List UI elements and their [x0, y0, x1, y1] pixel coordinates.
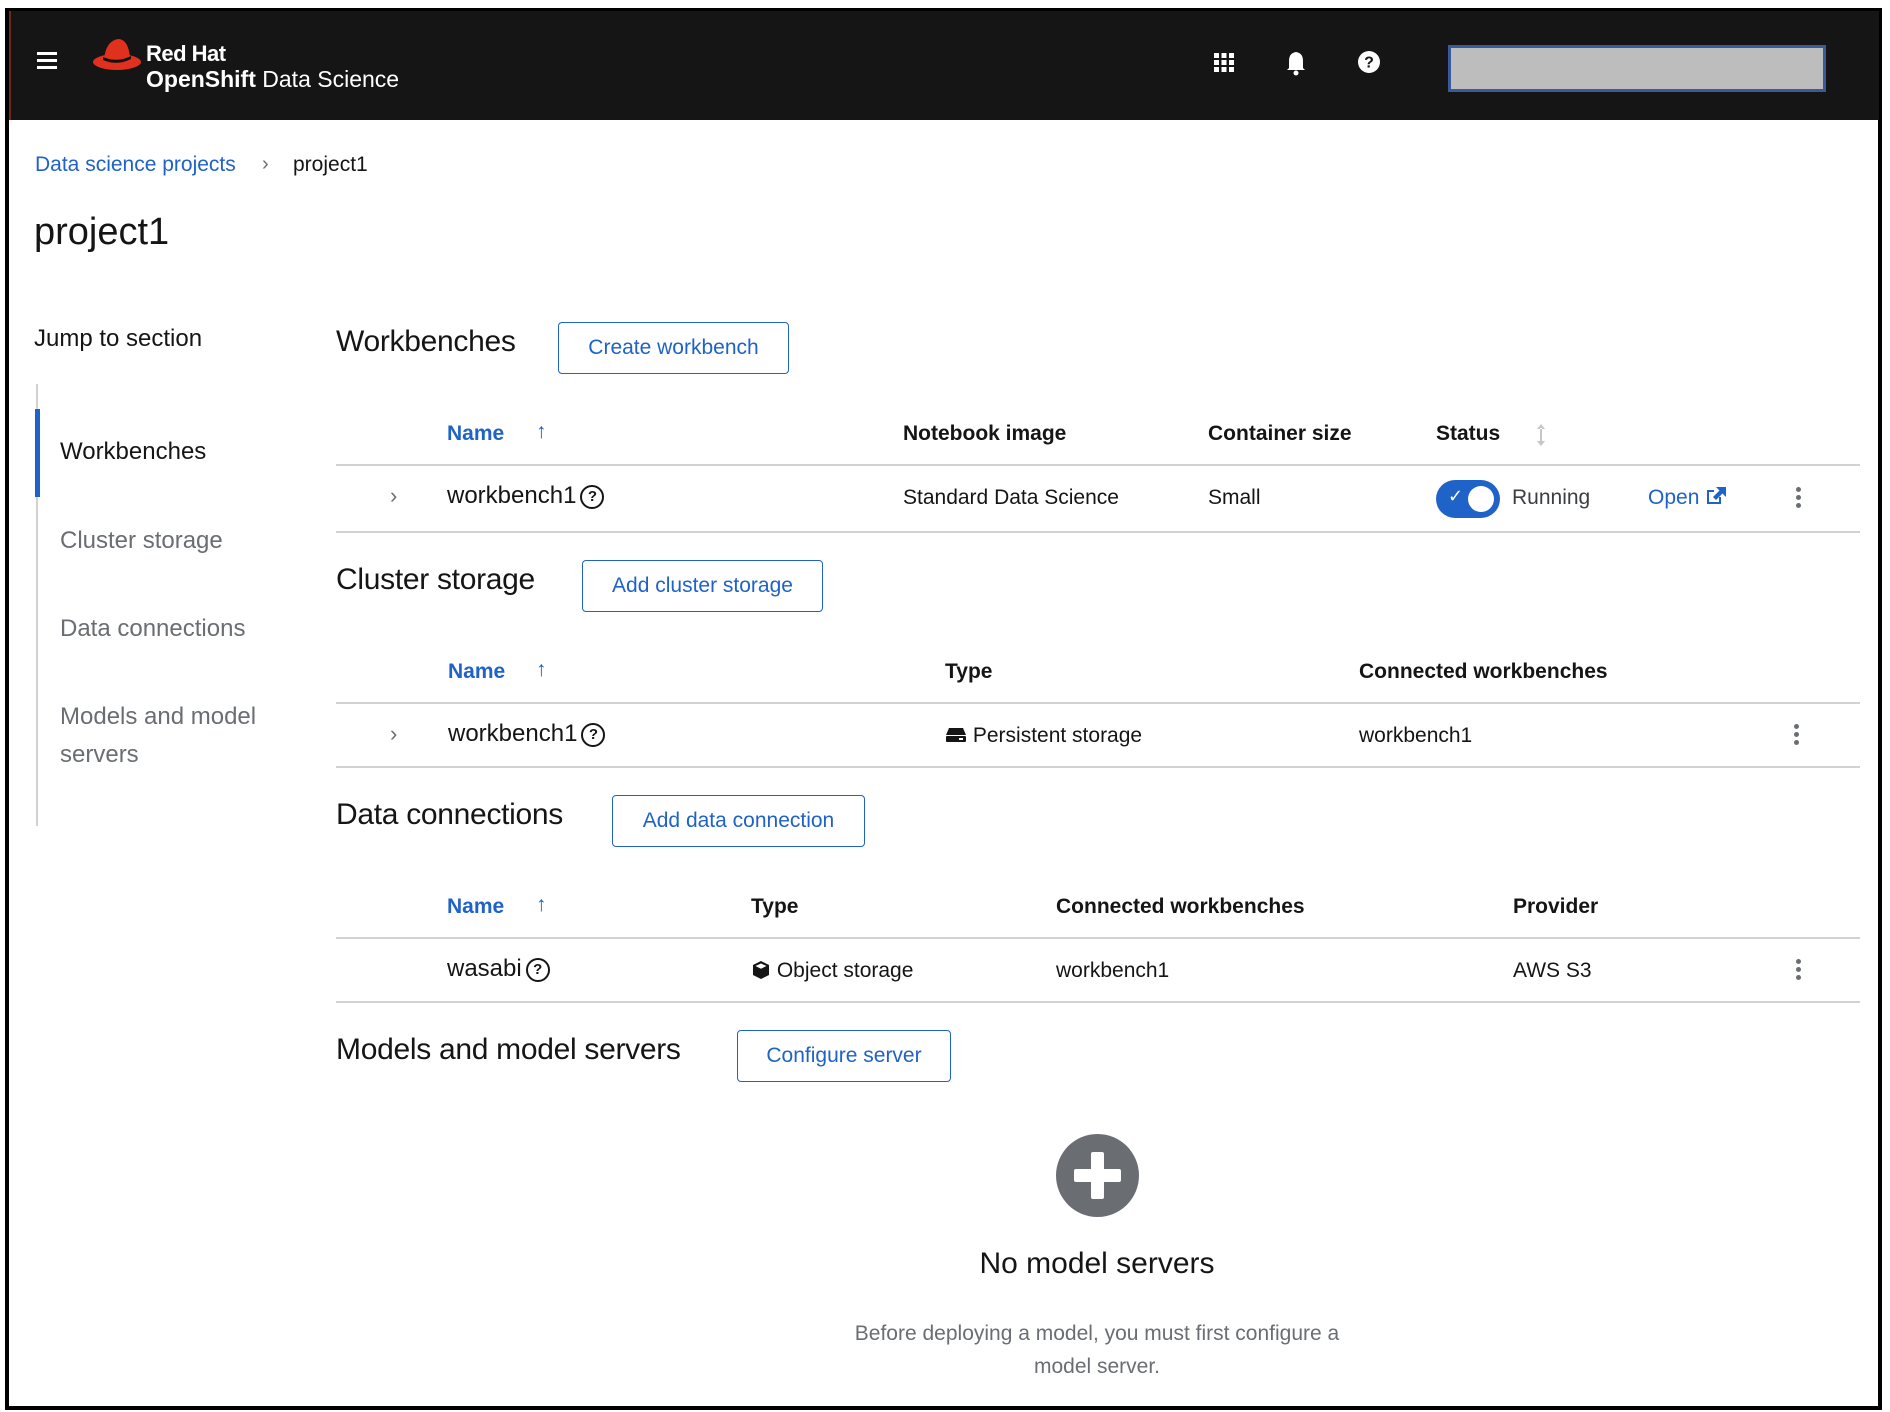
- plus-circle-icon: [1056, 1134, 1139, 1217]
- brand-name: Red Hat: [146, 41, 226, 66]
- data-connections-col-provider: Provider: [1513, 895, 1599, 918]
- bell-icon[interactable]: [1284, 50, 1310, 76]
- red-hat-logo-icon: [92, 35, 142, 78]
- check-icon: ✓: [1448, 486, 1464, 506]
- storage-connected-workbench: workbench1: [1359, 724, 1473, 747]
- jump-nav-models-line2: servers: [60, 741, 139, 768]
- empty-state-description-line1: Before deploying a model, you must first…: [854, 1322, 1340, 1345]
- jump-nav-active-indicator: [35, 409, 40, 497]
- sort-unsorted-icon[interactable]: [1535, 423, 1547, 452]
- add-cluster-storage-button[interactable]: Add cluster storage: [582, 560, 823, 612]
- external-link-icon: [1707, 487, 1727, 504]
- storage-name[interactable]: workbench1?: [448, 720, 606, 748]
- workbenches-col-container-size: Container size: [1208, 422, 1352, 445]
- product-name-rest: Data Science: [255, 66, 400, 92]
- breadcrumb-separator-icon: ›: [262, 153, 269, 175]
- models-title: Models and model servers: [336, 1033, 681, 1066]
- cluster-storage-col-connected: Connected workbenches: [1359, 660, 1608, 683]
- hard-drive-icon: [946, 728, 966, 742]
- page-title: project1: [34, 211, 170, 253]
- workbench-status-text: Running: [1512, 486, 1591, 509]
- open-link-text: Open: [1648, 486, 1700, 509]
- expand-row-chevron-icon[interactable]: ›: [390, 721, 397, 747]
- data-connections-col-name[interactable]: Name: [447, 895, 504, 919]
- expand-row-chevron-icon[interactable]: ›: [390, 483, 397, 509]
- cluster-storage-col-type: Type: [945, 660, 993, 683]
- hamburger-menu-icon[interactable]: [37, 52, 57, 70]
- toggle-knob: [1468, 486, 1494, 512]
- workbenches-title: Workbenches: [336, 325, 516, 358]
- divider: [336, 937, 1860, 939]
- workbenches-col-notebook-image: Notebook image: [903, 422, 1067, 445]
- cluster-storage-col-name[interactable]: Name: [448, 660, 505, 684]
- storage-actions-kebab-icon[interactable]: [1791, 724, 1801, 748]
- configure-server-button[interactable]: Configure server: [737, 1030, 951, 1082]
- workbenches-col-name[interactable]: Name: [447, 422, 504, 446]
- cube-icon: [753, 961, 769, 979]
- empty-state-description-line2: model server.: [1033, 1355, 1161, 1378]
- add-data-connection-button[interactable]: Add data connection: [612, 795, 865, 847]
- window-frame: [5, 8, 1882, 1410]
- jump-nav-data-connections[interactable]: Data connections: [60, 610, 245, 648]
- jump-to-section-title: Jump to section: [34, 325, 203, 352]
- breadcrumb-current: project1: [293, 153, 368, 176]
- workbench-notebook-image: Standard Data Science: [903, 486, 1119, 509]
- cluster-storage-title: Cluster storage: [336, 563, 535, 596]
- data-connection-connected: workbench1: [1056, 959, 1170, 982]
- data-connection-type-text: Object storage: [776, 959, 914, 982]
- sort-ascending-icon[interactable]: ↑: [536, 893, 547, 917]
- help-icon[interactable]: ?: [1357, 50, 1383, 76]
- help-circle-icon[interactable]: ?: [525, 958, 550, 982]
- workbench-name[interactable]: workbench1?: [447, 482, 605, 510]
- open-workbench-link[interactable]: Open: [1648, 486, 1727, 510]
- workbenches-col-status[interactable]: Status: [1436, 422, 1500, 446]
- empty-state-description: Before deploying a model, you must first…: [836, 1317, 1358, 1383]
- divider: [336, 1001, 1860, 1003]
- data-connections-col-type: Type: [751, 895, 799, 918]
- divider: [336, 702, 1860, 704]
- workbench-status-toggle[interactable]: ✓: [1436, 480, 1500, 518]
- storage-name-text: workbench1: [448, 720, 578, 747]
- jump-nav-models-line1: Models and model: [60, 703, 257, 730]
- workbench-container-size: Small: [1208, 486, 1261, 509]
- storage-type-text: Persistent storage: [972, 724, 1143, 747]
- divider: [336, 766, 1860, 768]
- create-workbench-button[interactable]: Create workbench: [558, 322, 789, 374]
- data-connections-col-connected: Connected workbenches: [1056, 895, 1305, 918]
- product-name-bold: OpenShift: [146, 66, 256, 92]
- data-connections-title: Data connections: [336, 798, 564, 831]
- sort-ascending-icon[interactable]: ↑: [536, 420, 547, 444]
- user-menu-redacted[interactable]: [1448, 45, 1826, 92]
- product-name: OpenShift Data Science: [146, 66, 399, 93]
- app-launcher-grid-icon[interactable]: [1212, 50, 1238, 76]
- help-circle-icon[interactable]: ?: [580, 485, 605, 509]
- svg-text:?: ?: [1364, 55, 1374, 72]
- jump-nav-workbenches[interactable]: Workbenches: [60, 433, 206, 471]
- data-connection-actions-kebab-icon[interactable]: [1793, 959, 1803, 983]
- data-connection-provider: AWS S3: [1513, 959, 1592, 982]
- data-connection-type: Object storage: [751, 959, 913, 983]
- workbench-actions-kebab-icon[interactable]: [1793, 487, 1803, 511]
- jump-nav-models[interactable]: Models and model servers: [60, 698, 256, 774]
- sort-ascending-icon[interactable]: ↑: [536, 658, 547, 682]
- divider: [336, 531, 1860, 533]
- divider: [336, 464, 1860, 466]
- storage-type: Persistent storage: [945, 724, 1142, 748]
- data-connection-name-text: wasabi: [447, 955, 522, 982]
- help-circle-icon[interactable]: ?: [581, 723, 606, 747]
- empty-state-title: No model servers: [979, 1247, 1215, 1280]
- jump-nav-cluster-storage[interactable]: Cluster storage: [60, 522, 223, 560]
- breadcrumb-data-science-projects[interactable]: Data science projects: [35, 153, 236, 177]
- data-connection-name[interactable]: wasabi?: [447, 955, 550, 983]
- workbench-name-text: workbench1: [447, 482, 577, 509]
